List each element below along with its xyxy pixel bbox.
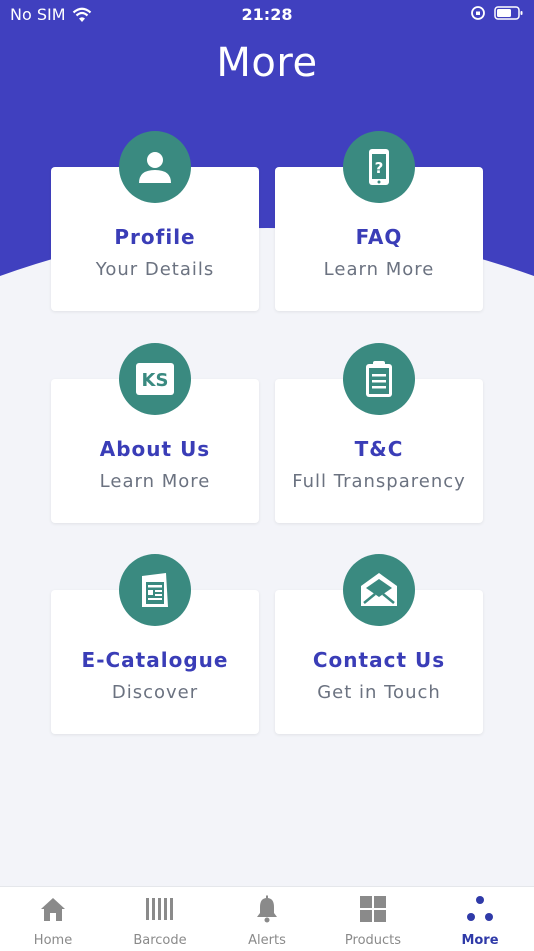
home-icon — [41, 898, 65, 921]
envelope-icon — [361, 573, 397, 606]
orientation-lock-icon — [471, 6, 485, 20]
tab-more[interactable]: More — [427, 887, 533, 951]
ks-logo-text: KS — [142, 370, 169, 391]
tab-label: Barcode — [133, 933, 187, 948]
card-subtitle: Learn More — [323, 259, 435, 280]
tab-products[interactable]: Products — [320, 887, 426, 951]
faq-badge[interactable]: ? — [343, 131, 415, 203]
page-title: More — [216, 40, 318, 86]
catalogue-icon — [142, 573, 168, 607]
card-subtitle: Your Details — [95, 259, 215, 280]
tc-badge[interactable] — [343, 343, 415, 415]
e-catalogue-badge[interactable] — [119, 554, 191, 626]
tab-alerts[interactable]: Alerts — [214, 887, 320, 951]
clipboard-icon — [366, 361, 392, 397]
card-title: Contact Us — [312, 648, 446, 672]
card-title: T&C — [354, 437, 404, 461]
tab-label: More — [461, 933, 499, 948]
barcode-icon — [146, 898, 173, 920]
about-us-badge[interactable]: KS — [119, 343, 191, 415]
profile-badge[interactable] — [119, 131, 191, 203]
bell-icon — [257, 895, 277, 923]
card-subtitle: Learn More — [99, 471, 211, 492]
card-title: E-Catalogue — [81, 648, 229, 672]
card-title: Profile — [114, 225, 196, 249]
status-right-icons — [470, 5, 524, 21]
dots-icon — [467, 896, 493, 921]
tab-home[interactable]: Home — [0, 887, 106, 951]
status-bar: No SIM 21:28 — [0, 0, 534, 28]
phone-question-icon: ? — [369, 149, 389, 185]
card-subtitle: Full Transparency — [292, 471, 466, 492]
status-time: 21:28 — [241, 5, 293, 24]
contact-us-badge[interactable] — [343, 554, 415, 626]
card-title: About Us — [99, 437, 211, 461]
grid-icon — [360, 896, 386, 922]
tab-label: Home — [33, 933, 73, 948]
card-title: FAQ — [355, 225, 403, 249]
battery-icon — [494, 6, 523, 20]
card-subtitle: Get in Touch — [317, 682, 441, 703]
ks-logo-icon: KS — [136, 363, 174, 395]
tab-label: Products — [344, 933, 402, 948]
svg-text:?: ? — [375, 159, 384, 177]
tab-bar: Home Barcode Alerts Products More — [0, 886, 534, 951]
user-icon — [139, 152, 171, 183]
tab-barcode[interactable]: Barcode — [107, 887, 213, 951]
card-subtitle: Discover — [111, 682, 199, 703]
tab-label: Alerts — [248, 933, 286, 948]
